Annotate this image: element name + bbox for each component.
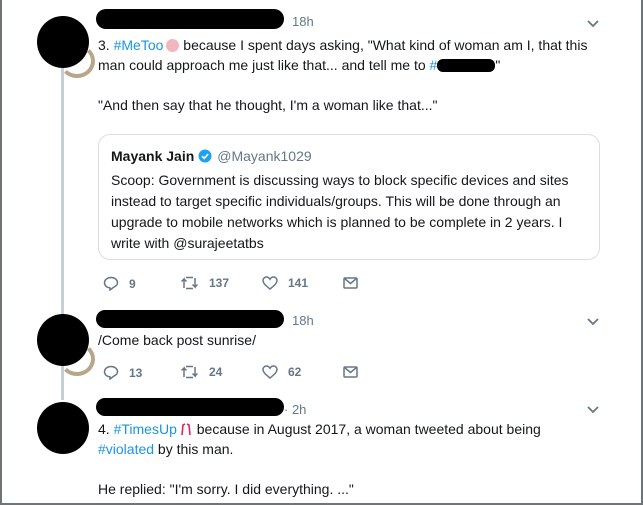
quoted-author-name: Mayank Jain	[111, 148, 195, 164]
text-segment: by this man.	[154, 441, 234, 457]
like-icon	[262, 365, 278, 379]
window-frame-left	[0, 0, 2, 505]
tweet-text-line: 3. #MeToo because I spent days asking, "…	[98, 35, 587, 55]
redacted-username	[96, 310, 284, 328]
hashtag-link[interactable]: #violated	[98, 441, 154, 457]
quoted-tweet-line: write with @surajeetatbs	[111, 235, 264, 251]
message-icon	[343, 366, 358, 378]
chevron-down-icon[interactable]	[587, 318, 599, 329]
tweet-time[interactable]: · 2h	[284, 402, 306, 417]
text-segment: 4.	[98, 421, 114, 437]
like-count: 62	[288, 365, 302, 379]
avatar[interactable]	[37, 16, 95, 78]
tweet-time[interactable]: 18h	[292, 14, 314, 29]
reply-count: 9	[129, 276, 136, 291]
tweet-text-line: He replied: "I'm sorry. I did everything…	[98, 481, 354, 497]
quoted-tweet-line: Scoop: Government is discussing ways to …	[111, 172, 569, 188]
reply-icon	[103, 276, 119, 291]
direct-message-button[interactable]	[343, 366, 358, 378]
like-button[interactable]: 62	[262, 365, 301, 379]
retweet-count: 24	[209, 365, 223, 379]
text-segment: because I spent days asking, "What kind …	[179, 37, 588, 53]
chevron-down-icon[interactable]	[587, 20, 599, 31]
direct-message-button[interactable]	[343, 277, 358, 289]
text-segment: man could approach me just like that... …	[98, 57, 430, 73]
hashtag-link[interactable]: #TimesUp	[114, 421, 177, 437]
redacted-hashtag	[437, 59, 496, 72]
avatar[interactable]	[37, 314, 95, 376]
reply-button[interactable]: 13	[103, 365, 142, 380]
quoted-tweet-line: instead to target specific individuals/g…	[111, 193, 561, 209]
reply-count: 13	[129, 365, 143, 380]
text-segment: because in August 2017, a woman tweeted …	[192, 421, 541, 437]
retweet-count: 137	[209, 276, 230, 290]
tweet-time[interactable]: 18h	[292, 313, 314, 328]
hashtag-link[interactable]: #	[430, 57, 438, 73]
tweet-text-line: "And then say that he thought, I'm a wom…	[98, 97, 438, 113]
redacted-username	[96, 398, 284, 416]
redacted-username	[96, 9, 284, 29]
thread-line	[61, 68, 64, 314]
like-icon	[262, 276, 278, 290]
quoted-tweet-line: upgrade to mobile networks which is plan…	[111, 214, 563, 230]
emoji-icon	[179, 421, 193, 436]
message-icon	[343, 277, 358, 289]
text-segment: "	[495, 57, 501, 73]
emoji-icon	[166, 39, 180, 52]
quoted-author-handle: @Mayank1029	[217, 148, 312, 164]
retweet-button[interactable]: 24	[180, 365, 222, 379]
text-segment: 3.	[98, 37, 114, 53]
avatar[interactable]	[37, 402, 89, 454]
quoted-tweet-header: Mayank Jain @Mayank1029	[111, 148, 312, 164]
retweet-icon	[180, 276, 199, 290]
hashtag-link[interactable]: #MeToo	[114, 37, 164, 53]
tweet-text-line: #violated by this man.	[98, 439, 233, 459]
quoted-tweet[interactable]: Mayank Jain @Mayank1029 Scoop: Governmen…	[98, 134, 600, 260]
tweet-text: /Come back post sunrise/	[98, 332, 256, 348]
verified-icon	[198, 149, 212, 163]
reply-icon	[103, 365, 119, 380]
tweet-text-line: 4. #TimesUp because in August 2017, a wo…	[98, 419, 541, 439]
retweet-button[interactable]: 137	[180, 276, 229, 290]
like-count: 141	[288, 276, 309, 290]
retweet-icon	[180, 365, 199, 379]
like-button[interactable]: 141	[262, 276, 308, 290]
chevron-down-icon[interactable]	[587, 406, 599, 417]
tweet-text-line: man could approach me just like that... …	[98, 55, 500, 75]
reply-button[interactable]: 9	[103, 276, 136, 291]
